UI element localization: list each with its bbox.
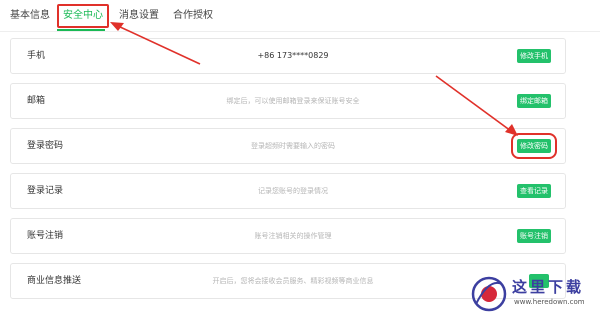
row-desc-email: 绑定后，可以使用邮箱登录来保证账号安全 [226,97,360,105]
watermark-url: www.heredown.com [514,298,585,306]
tab-security-center[interactable]: 安全中心 [57,4,109,28]
settings-row-login-history: 登录记录 记录您账号的登录情况 查看记录 [10,173,566,209]
watermark-title: 这里下载 [512,278,585,296]
settings-row-password: 登录密码 登录超频时需要输入的密码 修改密码 [10,128,566,164]
row-desc-account-cancel: 账号注销相关的操作管理 [254,232,332,240]
row-label-account-cancel: 账号注销 [27,231,64,241]
row-label-email: 邮箱 [27,96,46,106]
row-desc-password: 登录超频时需要输入的密码 [251,142,335,150]
tab-divider [0,31,600,32]
row-desc-login-history: 记录您账号的登录情况 [258,187,328,195]
tab-message-settings[interactable]: 消息设置 [119,7,159,25]
view-records-button[interactable]: 查看记录 [517,184,551,198]
heredown-logo-icon [471,276,507,312]
change-password-button[interactable]: 修改密码 [511,133,557,159]
tab-cooperation-auth[interactable]: 合作授权 [173,7,213,25]
bind-email-button[interactable]: 绑定邮箱 [517,94,551,108]
watermark: 这里下载 www.heredown.com [470,272,600,314]
settings-row-account-cancel: 账号注销 账号注销相关的操作管理 账号注销 [10,218,566,254]
phone-number-value: +86 173****0829 [257,51,329,60]
tab-basic-info[interactable]: 基本信息 [10,7,50,25]
row-label-phone: 手机 [27,51,46,61]
row-label-password: 登录密码 [27,141,64,151]
row-desc-business-push: 开启后，您将会接收会员服务、精彩视频等商业信息 [212,277,374,285]
row-label-login-history: 登录记录 [27,186,64,196]
row-label-business-push: 商业信息推送 [27,276,82,286]
tab-bar: 基本信息 安全中心 消息设置 合作授权 [0,0,600,32]
settings-row-email: 邮箱 绑定后，可以使用邮箱登录来保证账号安全 绑定邮箱 [10,83,566,119]
change-phone-button[interactable]: 修改手机 [517,49,551,63]
account-cancel-button[interactable]: 账号注销 [517,229,551,243]
settings-row-phone: 手机 +86 173****0829 修改手机 [10,38,566,74]
